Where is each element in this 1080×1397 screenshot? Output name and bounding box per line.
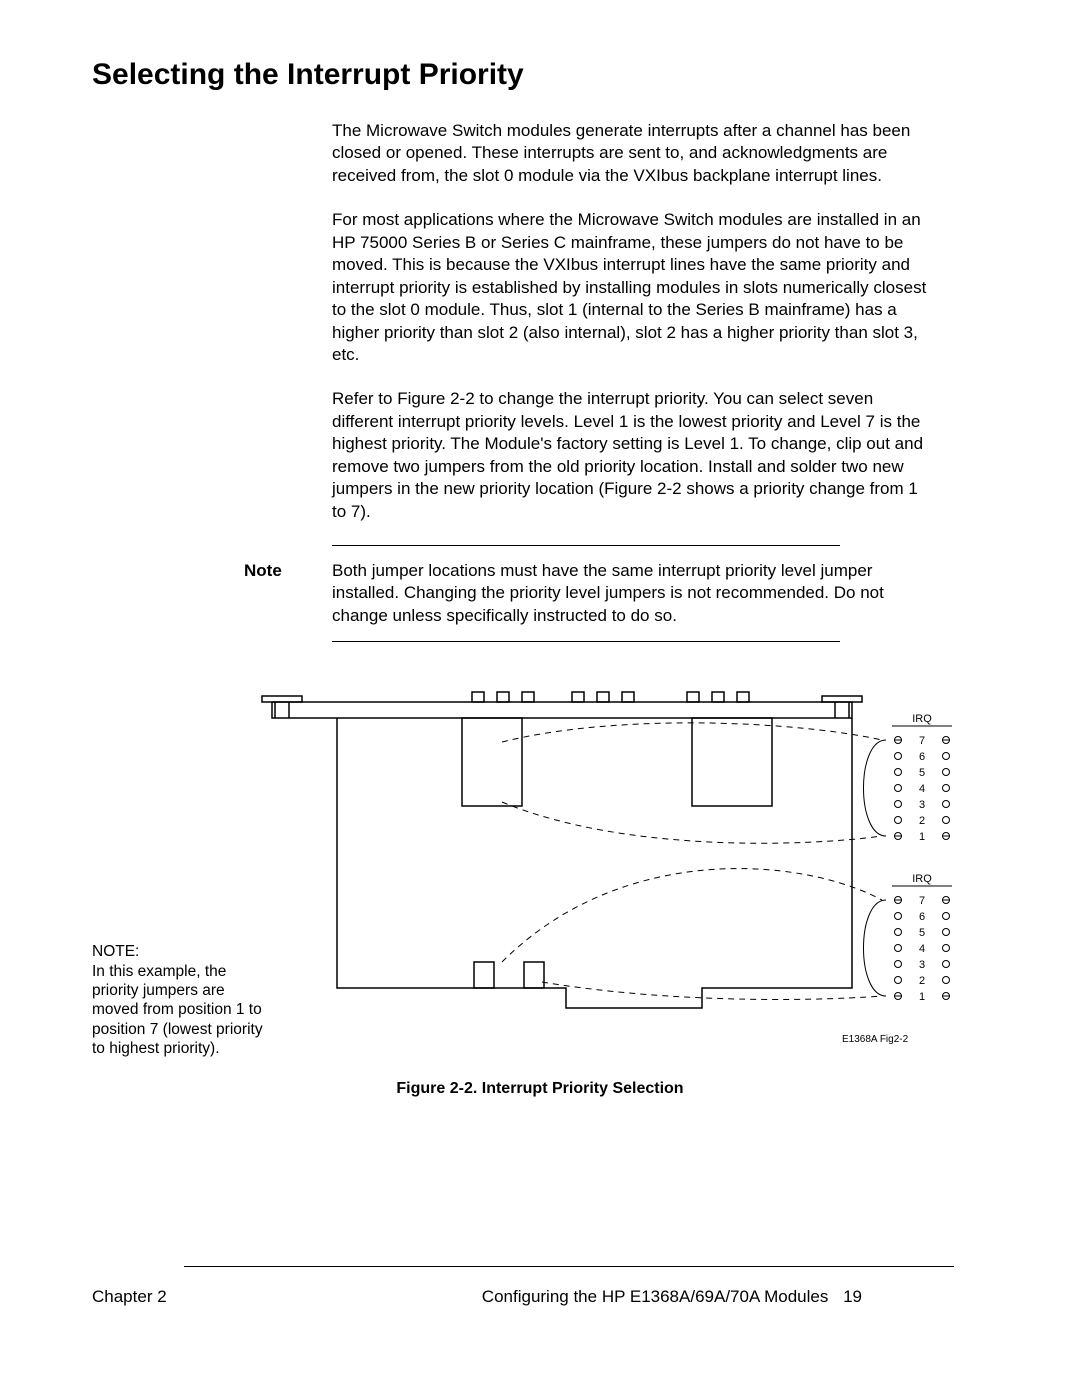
- page-footer: Chapter 2 Configuring the HP E1368A/69A/…: [92, 1287, 862, 1307]
- irq-label-upper: IRQ: [912, 713, 932, 725]
- figure-note-head: NOTE:: [92, 943, 139, 960]
- body-column: The Microwave Switch modules generate in…: [332, 120, 932, 523]
- irq-block-upper: IRQ 7 6 5 4 3 2 1: [864, 713, 953, 843]
- paragraph-2: For most applications where the Microwav…: [332, 209, 932, 366]
- irq-upper-rows: 7 6 5 4 3 2 1: [895, 735, 950, 843]
- svg-text:5: 5: [919, 767, 925, 779]
- board-diagram: IRQ 7 6 5 4 3 2 1 IRQ 7: [242, 682, 982, 1062]
- paragraph-1: The Microwave Switch modules generate in…: [332, 120, 932, 187]
- figure-note-body: In this example, the priority jumpers ar…: [92, 963, 263, 1058]
- svg-text:7: 7: [919, 735, 925, 747]
- svg-text:4: 4: [919, 783, 925, 795]
- irq-block-lower: IRQ 7 6 5 4 3 2 1: [864, 873, 953, 1003]
- svg-text:3: 3: [919, 799, 925, 811]
- page-number: 19: [843, 1287, 862, 1306]
- footer-section-title: Configuring the HP E1368A/69A/70A Module…: [482, 1287, 829, 1306]
- irq-label-lower: IRQ: [912, 873, 932, 885]
- svg-text:2: 2: [919, 815, 925, 827]
- note-block: Note Both jumper locations must have the…: [244, 560, 932, 627]
- footer-rule: [184, 1266, 954, 1267]
- note-label: Note: [244, 560, 332, 627]
- note-text: Both jumper locations must have the same…: [332, 560, 932, 627]
- figure-id: E1368A Fig2-2: [842, 1034, 909, 1045]
- rule-above-note: [332, 545, 840, 546]
- svg-text:6: 6: [919, 751, 925, 763]
- svg-text:5: 5: [919, 927, 925, 939]
- paragraph-3: Refer to Figure 2-2 to change the interr…: [332, 388, 932, 523]
- page: Selecting the Interrupt Priority The Mic…: [0, 0, 1080, 1397]
- svg-text:1: 1: [919, 831, 925, 843]
- svg-text:3: 3: [919, 959, 925, 971]
- rule-below-note: [332, 641, 840, 642]
- svg-text:6: 6: [919, 911, 925, 923]
- svg-text:7: 7: [919, 895, 925, 907]
- figure-2-2: NOTE: In this example, the priority jump…: [92, 682, 988, 1062]
- svg-text:4: 4: [919, 943, 925, 955]
- footer-chapter: Chapter 2: [92, 1287, 167, 1307]
- figure-caption: Figure 2-2. Interrupt Priority Selection: [92, 1080, 988, 1098]
- page-title: Selecting the Interrupt Priority: [92, 58, 988, 92]
- svg-text:2: 2: [919, 975, 925, 987]
- svg-text:1: 1: [919, 991, 925, 1003]
